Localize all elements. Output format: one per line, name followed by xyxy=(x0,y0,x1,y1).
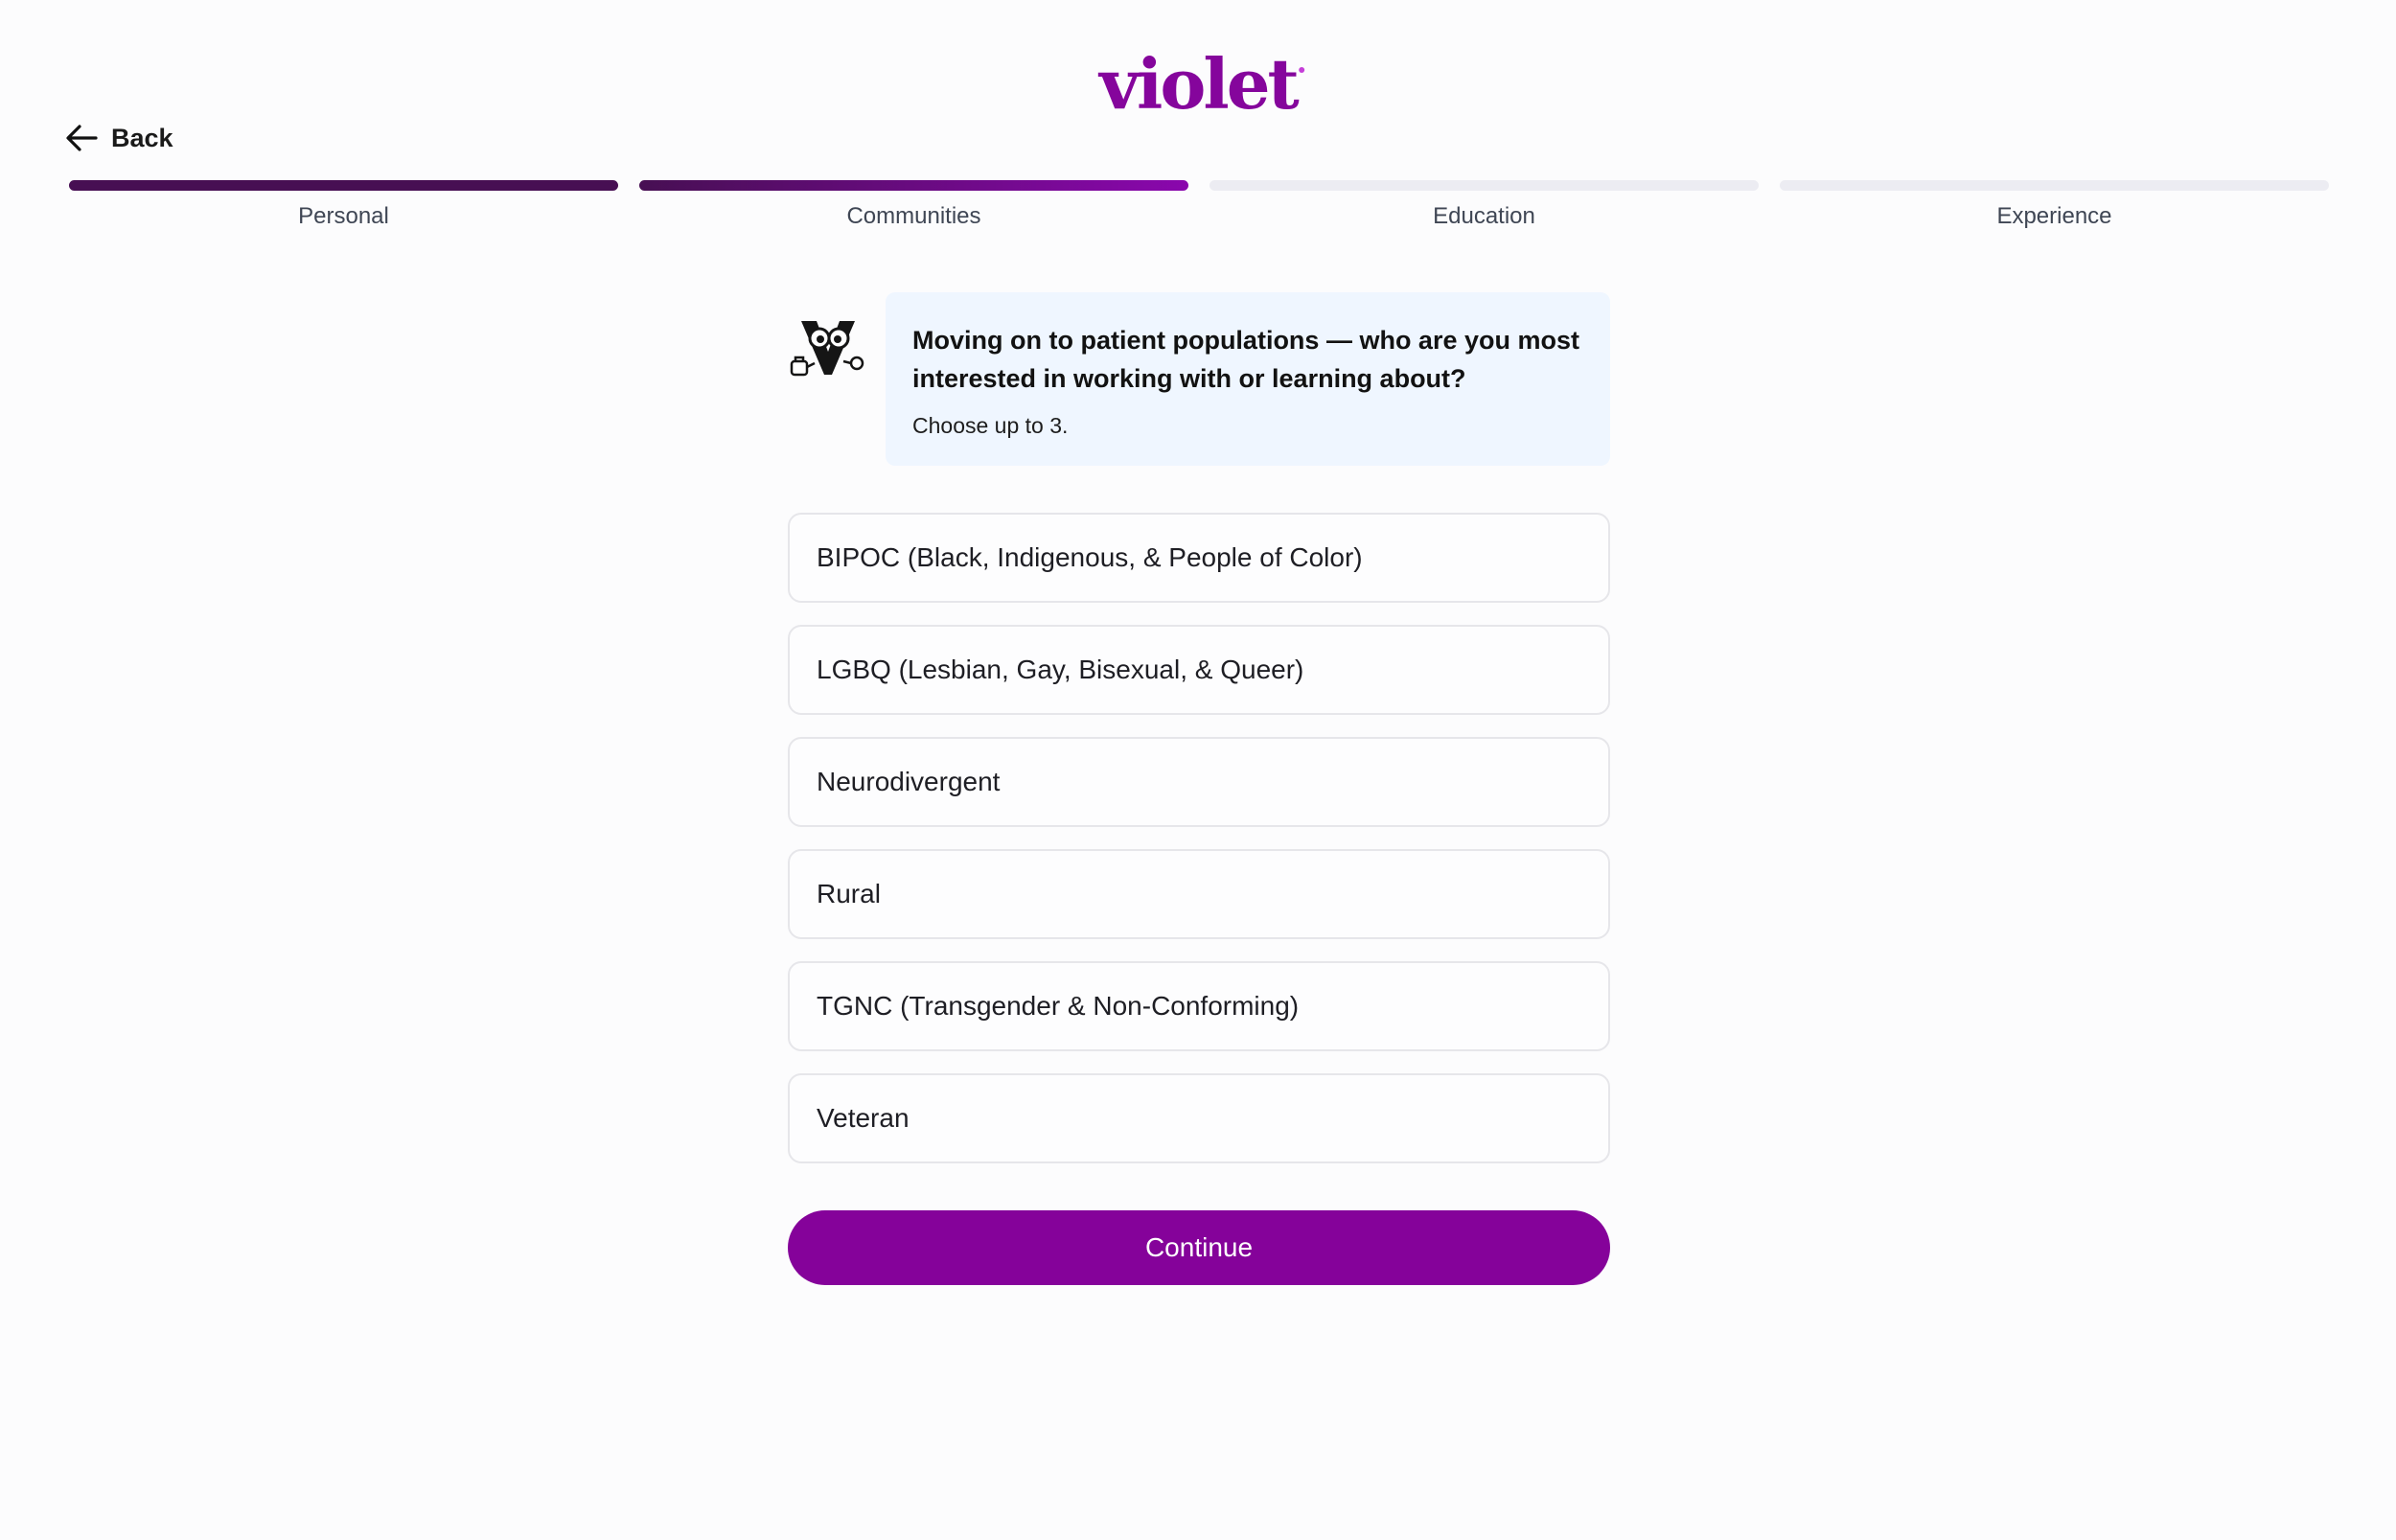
progress-stepper: Personal Communities Education Experienc… xyxy=(69,180,2329,231)
option-veteran[interactable]: Veteran xyxy=(788,1073,1610,1163)
step-experience: Experience xyxy=(1780,180,2329,231)
progress-bar-personal xyxy=(69,180,618,191)
violet-mascot-icon xyxy=(790,321,864,377)
question-bubble: Moving on to patient populations — who a… xyxy=(886,292,1610,466)
step-label: Communities xyxy=(846,203,981,229)
back-label: Back xyxy=(111,124,173,152)
question-block: Moving on to patient populations — who a… xyxy=(788,292,1610,466)
question-text: Moving on to patient populations — who a… xyxy=(912,326,1579,393)
logo-text: violet xyxy=(1099,43,1300,125)
option-tgnc[interactable]: TGNC (Transgender & Non-Conforming) xyxy=(788,961,1610,1051)
onboarding-page: Back violet Personal Communities Educati… xyxy=(0,0,2396,1540)
violet-logo: violet xyxy=(1099,50,1304,119)
step-education: Education xyxy=(1210,180,1759,231)
option-bipoc[interactable]: BIPOC (Black, Indigenous, & People of Co… xyxy=(788,513,1610,603)
question-subtext: Choose up to 3. xyxy=(912,413,1069,438)
option-rural[interactable]: Rural xyxy=(788,849,1610,939)
option-neurodivergent[interactable]: Neurodivergent xyxy=(788,737,1610,827)
progress-bar-experience xyxy=(1780,180,2329,191)
progress-bar-communities xyxy=(639,180,1188,191)
step-label: Education xyxy=(1433,203,1535,229)
back-button[interactable]: Back xyxy=(65,119,173,157)
step-communities: Communities xyxy=(639,180,1188,231)
option-lgbq[interactable]: LGBQ (Lesbian, Gay, Bisexual, & Queer) xyxy=(788,625,1610,715)
logo-dot xyxy=(1298,67,1304,73)
progress-bar-education xyxy=(1210,180,1759,191)
step-personal: Personal xyxy=(69,180,618,231)
step-label: Experience xyxy=(1996,203,2112,229)
continue-button[interactable]: Continue xyxy=(788,1210,1610,1285)
arrow-left-icon xyxy=(66,125,98,151)
step-label: Personal xyxy=(298,203,389,229)
option-list: BIPOC (Black, Indigenous, & People of Co… xyxy=(788,513,1610,1163)
